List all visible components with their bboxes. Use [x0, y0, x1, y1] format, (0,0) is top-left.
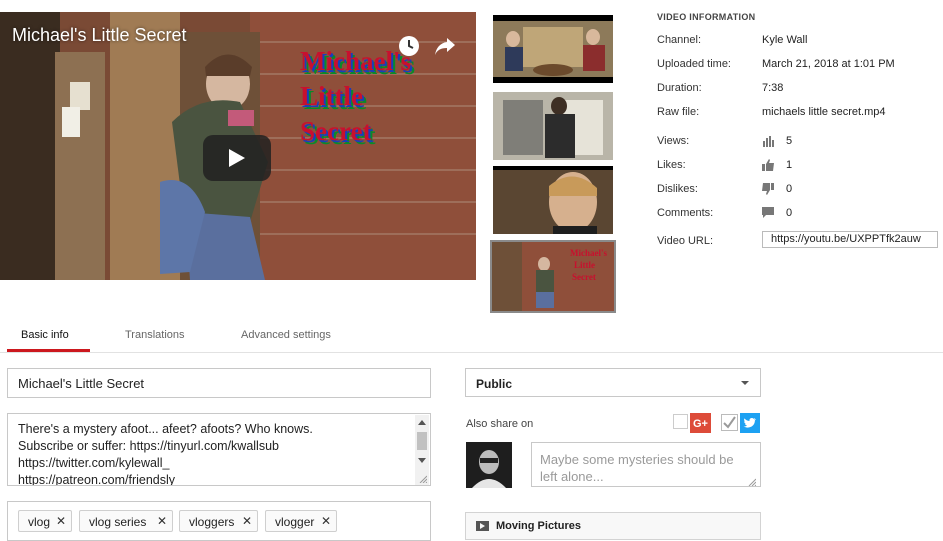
playlist-name: Moving Pictures	[496, 520, 581, 532]
remove-tag-icon[interactable]: ✕	[157, 514, 167, 528]
uploaded-label: Uploaded time:	[657, 58, 731, 70]
thumbnail-image	[493, 166, 613, 234]
resize-handle-icon[interactable]	[419, 475, 427, 483]
remove-tag-icon[interactable]: ✕	[321, 514, 331, 528]
google-plus-icon[interactable]: G+	[690, 413, 711, 433]
dislikes-label: Dislikes:	[657, 183, 698, 195]
share-message-input[interactable]: Maybe some mysteries should be left alon…	[531, 442, 761, 487]
remove-tag-icon[interactable]: ✕	[56, 514, 66, 528]
comment-icon	[762, 207, 774, 218]
title-input[interactable]: Michael's Little Secret	[7, 368, 431, 398]
thumbnail-image	[493, 15, 613, 83]
twitter-icon[interactable]	[740, 413, 760, 433]
thumbnail-option-3[interactable]	[493, 166, 613, 234]
svg-text:Little: Little	[574, 260, 595, 270]
play-icon	[229, 149, 245, 167]
video-url-label: Video URL:	[657, 235, 714, 247]
channel-value: Kyle Wall	[762, 34, 808, 46]
video-url-field[interactable]: https://youtu.be/UXPPTfk2auw	[762, 231, 938, 248]
svg-text:Michael's: Michael's	[570, 248, 607, 258]
channel-label: Channel:	[657, 34, 702, 46]
tag-chip: vloggers ✕	[179, 510, 258, 532]
tags-field[interactable]: vlog ✕ vlog series ✕ vloggers ✕ vlogger ✕	[7, 501, 431, 541]
description-textarea[interactable]: There's a mystery afoot... afeet? afoots…	[7, 413, 431, 486]
avatar	[466, 442, 512, 488]
active-tab-indicator	[7, 349, 90, 352]
tabs-divider	[0, 352, 943, 353]
duration-label: Duration:	[657, 82, 702, 94]
playlist-icon	[476, 521, 489, 531]
raw-file-value: michaels little secret.mp4	[762, 106, 886, 118]
comments-label: Comments:	[657, 207, 714, 219]
description-line: Subscribe or suffer: https://tinyurl.com…	[18, 439, 279, 453]
likes-label: Likes:	[657, 159, 686, 171]
description-line: There's a mystery afoot... afeet? afoots…	[18, 422, 313, 436]
tag-label: vloggers	[189, 515, 235, 529]
description-line: https://twitter.com/kylewall_	[18, 456, 170, 470]
privacy-select[interactable]: Public	[465, 368, 761, 397]
resize-handle-icon[interactable]	[748, 478, 756, 486]
chevron-down-icon	[741, 381, 749, 385]
title-card-line-2: Little	[300, 81, 363, 111]
views-label: Views:	[657, 135, 690, 147]
tag-chip: vlog ✕	[18, 510, 72, 532]
tab-basic-info[interactable]: Basic info	[21, 329, 69, 341]
thumbs-up-icon	[762, 159, 774, 171]
twitter-checkbox[interactable]	[721, 414, 738, 431]
play-button[interactable]	[203, 135, 271, 181]
share-icon[interactable]	[433, 34, 457, 58]
thumbs-down-icon	[762, 183, 774, 195]
thumbnail-option-4-selected[interactable]: Michael's Little Secret	[490, 240, 616, 313]
description-text: There's a mystery afoot... afeet? afoots…	[18, 421, 413, 486]
google-plus-checkbox[interactable]	[673, 414, 688, 429]
video-info-heading: VIDEO INFORMATION	[657, 12, 756, 22]
title-card-text: Michael's Little Secret	[300, 44, 470, 149]
video-player[interactable]: Michael's Little Secret Michael's Little…	[0, 12, 476, 280]
video-title-overlay: Michael's Little Secret	[12, 25, 187, 45]
raw-file-label: Raw file:	[657, 106, 700, 118]
avatar-image	[466, 442, 512, 488]
remove-tag-icon[interactable]: ✕	[242, 514, 252, 528]
thumbnail-image: Michael's Little Secret	[492, 242, 614, 311]
title-card-line-3: Secret	[300, 116, 372, 146]
svg-text:Secret: Secret	[572, 272, 596, 282]
dislikes-value: 0	[786, 183, 793, 195]
duration-value: 7:38	[762, 82, 784, 94]
tag-chip: vlog series ✕	[79, 510, 173, 532]
description-line: https://patreon.com/friendsly	[18, 473, 176, 486]
uploaded-value: March 21, 2018 at 1:01 PM	[762, 58, 895, 70]
views-bar-chart-icon	[763, 136, 774, 147]
thumbnail-option-1[interactable]	[493, 15, 613, 83]
tab-advanced-settings[interactable]: Advanced settings	[241, 329, 331, 341]
thumbnail-image	[493, 92, 613, 160]
tag-label: vlog series	[89, 515, 147, 529]
views-value: 5	[786, 135, 793, 147]
also-share-label: Also share on	[466, 418, 534, 430]
thumbnail-option-2[interactable]	[493, 92, 613, 160]
watch-later-icon[interactable]	[397, 34, 421, 58]
tag-label: vlogger	[275, 515, 315, 529]
playlist-button[interactable]: Moving Pictures	[465, 512, 761, 540]
tag-chip: vlogger ✕	[265, 510, 337, 532]
tag-label: vlog	[28, 515, 51, 529]
likes-value: 1	[786, 159, 793, 171]
comments-value: 0	[786, 207, 793, 219]
tab-translations[interactable]: Translations	[125, 329, 185, 341]
privacy-value: Public	[476, 377, 513, 391]
svg-text:G+: G+	[693, 418, 708, 430]
